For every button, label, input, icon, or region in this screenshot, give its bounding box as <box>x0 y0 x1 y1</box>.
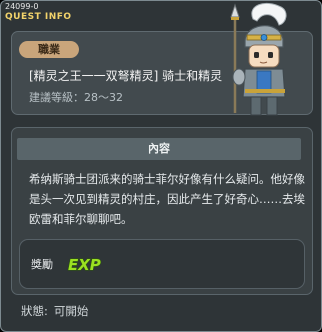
npc-left-eye <box>254 52 259 58</box>
reward-panel <box>19 239 305 289</box>
helmet-gem <box>260 34 268 41</box>
quest-status: 狀態: 可開始 <box>21 304 88 318</box>
exp-icon-text: EXP <box>68 256 101 273</box>
status-label: 狀態: <box>21 304 48 318</box>
npc-belt <box>245 89 285 93</box>
content-header: 內容 <box>17 138 301 160</box>
quest-info-window: 24099-0 QUEST INFO 職業 [精灵之王一一双弩精灵] 骑士和精灵… <box>0 0 322 332</box>
npc-right-eye <box>268 52 273 58</box>
npc-right-leg <box>266 96 278 116</box>
npc-arm <box>232 68 246 86</box>
knight-npc-portrait <box>230 3 287 116</box>
status-value: 可開始 <box>53 304 89 318</box>
recommended-level: 建議等級：28～32 <box>29 91 123 104</box>
helmet-plume <box>251 3 287 26</box>
window-title: QUEST INFO <box>5 12 72 22</box>
quest-description: 希纳斯骑士团派来的骑士菲尔好像有什么疑问。他好像是头一次见到精灵的村庄，因此产生… <box>29 172 305 226</box>
spear-tip <box>230 3 240 18</box>
npc-face <box>248 44 280 68</box>
spear-collar <box>231 17 239 20</box>
quest-id: 24099-0 <box>5 2 39 11</box>
reward-label: 獎勵 <box>31 258 53 271</box>
quest-title: [精灵之王一一双弩精灵] 骑士和精灵 <box>29 69 223 83</box>
job-badge: 職業 <box>19 41 79 58</box>
exp-icon: EXP <box>67 255 101 273</box>
npc-left-leg <box>250 96 262 116</box>
